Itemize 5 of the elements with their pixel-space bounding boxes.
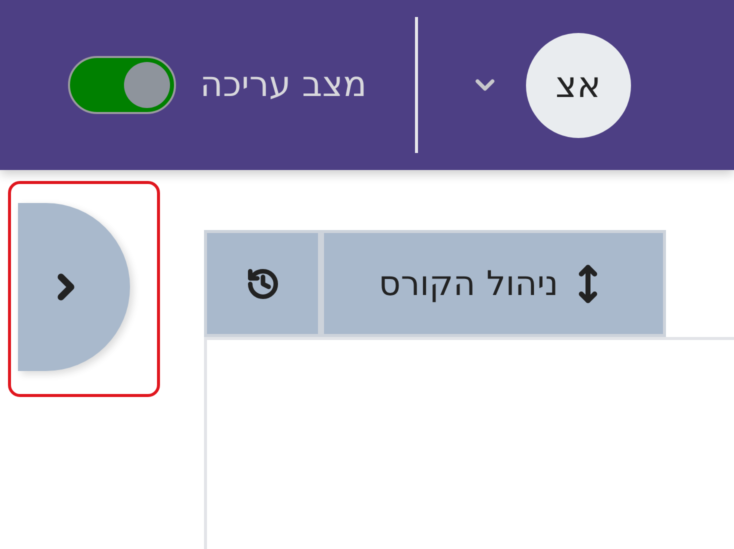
history-icon <box>246 266 280 300</box>
history-button[interactable] <box>204 230 321 337</box>
edit-mode-label: מצב עריכה <box>200 65 367 105</box>
course-admin-button[interactable]: ניהול הקורס <box>321 230 666 337</box>
user-avatar[interactable]: אצ <box>526 32 631 138</box>
